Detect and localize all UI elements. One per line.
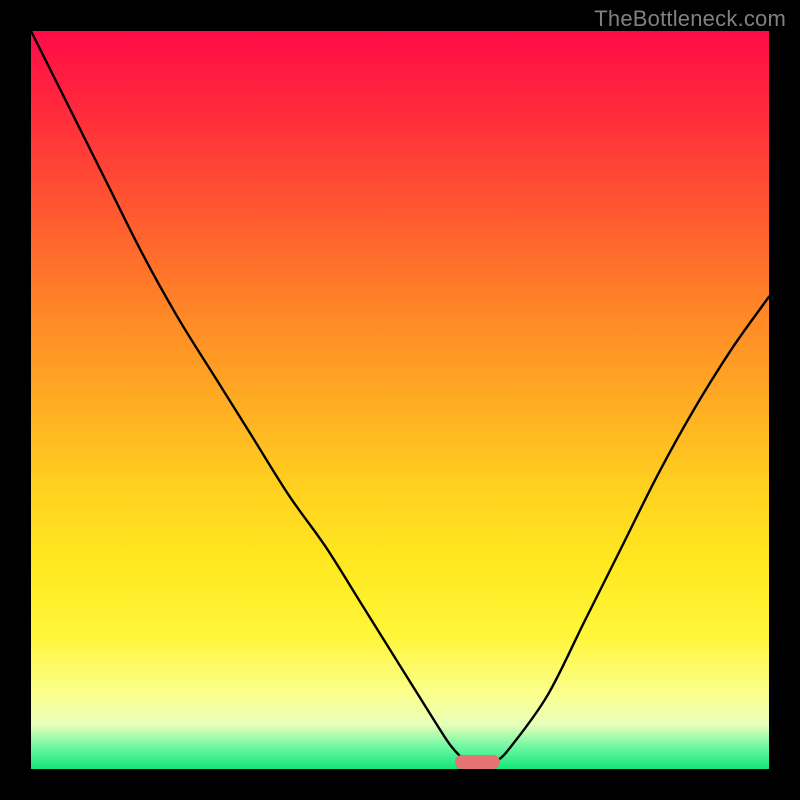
- plot-area: [31, 31, 769, 769]
- watermark-text: TheBottleneck.com: [594, 6, 786, 32]
- chart-frame: TheBottleneck.com: [0, 0, 800, 800]
- bottleneck-curve: [31, 31, 769, 769]
- optimal-marker: [455, 755, 499, 769]
